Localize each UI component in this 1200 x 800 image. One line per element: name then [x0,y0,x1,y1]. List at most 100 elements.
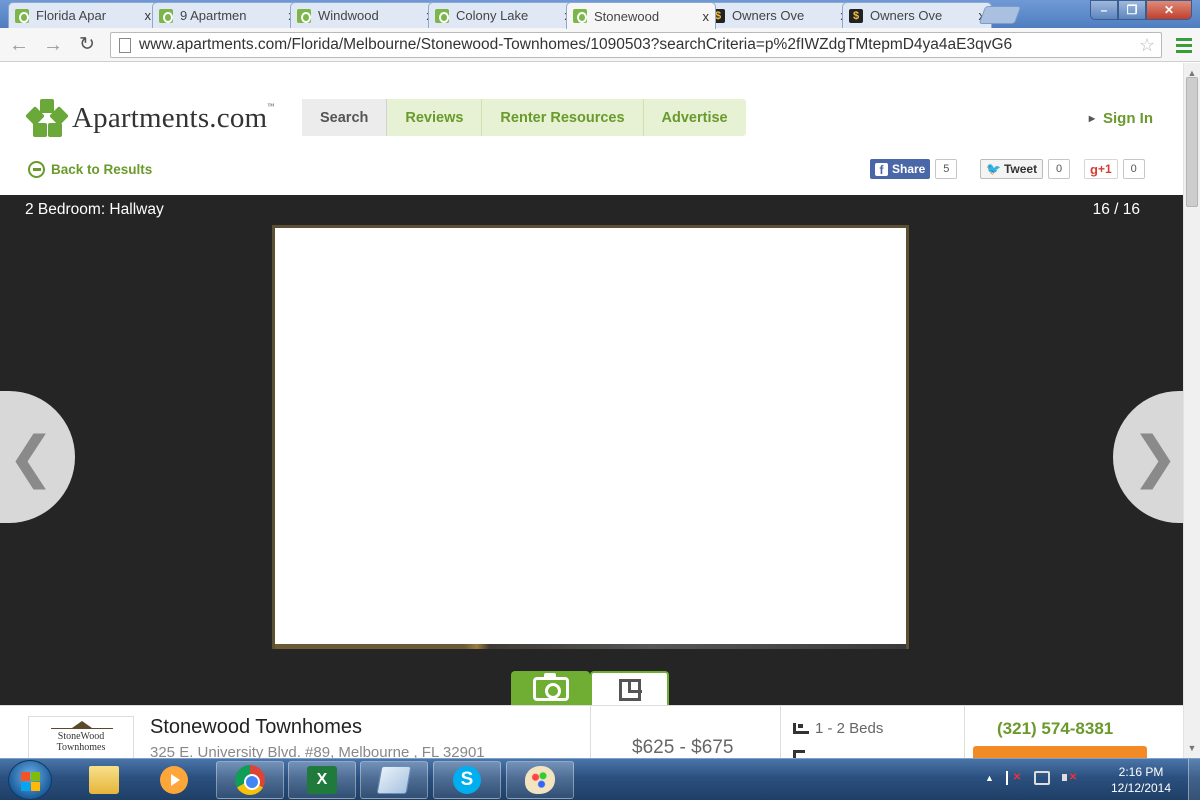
clock-date: 12/12/2014 [1110,781,1172,795]
browser-tab[interactable]: 9 Apartmenx [152,2,302,28]
browser-tab[interactable]: Owners Ovex [842,2,992,28]
excel-icon: X [307,766,337,794]
browser-tab[interactable]: Owners Ovex [704,2,854,28]
action-center-flag-icon[interactable] [1005,771,1022,785]
system-clock[interactable]: 2:16 PM 12/12/2014 [1100,764,1182,796]
browser-tab[interactable]: Windwoodx [290,2,440,28]
gallery-photo[interactable] [272,225,909,649]
gallery-view-tabs [511,671,669,707]
close-tab-icon[interactable]: x [145,8,152,23]
browser-menu-icon[interactable] [1176,38,1192,56]
nav-tab-renter-resources[interactable]: Renter Resources [482,99,644,136]
close-tab-icon[interactable]: x [703,9,710,24]
facebook-count: 5 [935,159,958,179]
camera-icon [532,673,569,701]
start-button[interactable] [8,760,52,800]
browser-tab[interactable]: Stonewood x [566,2,716,29]
address-bar[interactable]: www.apartments.com/Florida/Melbourne/Sto… [110,32,1162,58]
property-price: $625 - $675 [632,737,734,758]
logo-text: Apartments.com [72,101,268,134]
browser-tab[interactable]: Colony Lakex [428,2,578,28]
minimize-button[interactable]: – [1090,0,1118,20]
media-player-icon [160,766,188,794]
previous-photo-button[interactable]: ❮ [0,391,75,523]
tweet-label: Tweet [1003,162,1038,176]
property-summary-bar: StoneWood Townhomes Stonewood Townhomes … [0,705,1183,758]
apartments-icon [15,8,29,23]
gplus-count: 0 [1122,159,1145,179]
maximize-button[interactable]: ❐ [1118,0,1146,20]
tab-title: 9 Apartmen [180,8,247,23]
google-g-icon: g [1090,161,1098,177]
twitter-bird-icon: 🐦 [986,162,1001,176]
taskbar-excel[interactable]: X [288,761,356,799]
facebook-share[interactable]: f Share 5 [870,159,958,179]
taskbar-explorer[interactable] [70,761,138,799]
new-tab-button[interactable] [978,6,1022,24]
show-desktop-button[interactable] [1188,759,1200,800]
system-tray: ▲ [985,771,1078,785]
scrollbar-thumb[interactable] [1186,77,1198,207]
taskbar-media-player[interactable] [140,761,208,799]
tab-title: Stonewood [594,8,660,24]
gplus-label: +1 [1097,162,1112,176]
tab-floor-plans[interactable] [590,671,669,707]
reload-icon[interactable]: ↻ [76,34,98,56]
apartments-icon [159,8,173,23]
bookmark-star-icon[interactable]: ☆ [1133,35,1161,56]
sign-in-link[interactable]: ▶ Sign In [1089,110,1153,127]
chevron-left-icon: ❮ [7,424,55,490]
floor-plan-icon [618,679,642,701]
bed-icon [793,723,809,734]
divider [780,706,781,758]
back-circle-icon [28,161,45,178]
show-hidden-icons-icon[interactable]: ▲ [985,773,994,783]
nav-tab-search[interactable]: Search [302,99,388,136]
next-photo-button[interactable]: ❯ [1113,391,1183,523]
folder-icon [89,766,119,794]
tab-title: Owners Ove [870,8,943,23]
apartments-logo[interactable]: Apartments.com™ [25,99,274,137]
page-scrollbar[interactable]: ▲ ▼ [1183,63,1200,758]
taskbar-paint[interactable] [506,761,574,799]
nav-tab-advertise[interactable]: Advertise [643,99,746,136]
nav-tab-reviews[interactable]: Reviews [387,99,483,136]
property-logo-line1: StoneWood [57,731,105,742]
site-header: Apartments.com™ Search Reviews Renter Reso… [0,63,1183,195]
taskbar-chrome[interactable] [216,761,284,799]
taskbar-notepad[interactable] [360,761,428,799]
chevron-right-icon: ❯ [1131,424,1179,490]
taskbar-skype[interactable]: S [433,761,501,799]
property-phone[interactable]: (321) 574-8381 [997,719,1113,739]
facebook-icon: f [875,162,888,177]
contact-property-button[interactable] [973,746,1147,758]
network-icon[interactable] [1033,771,1050,785]
twitter-tweet[interactable]: 🐦 Tweet 0 [980,159,1071,179]
back-to-results-link[interactable]: Back to Results [28,161,152,178]
browser-tab-strip: Florida Aparx9 ApartmenxWindwoodxColony … [0,0,1200,29]
back-arrow-icon[interactable]: ← [8,34,30,56]
tab-title: Colony Lake [456,8,529,23]
owners-icon [849,8,863,23]
windows-taskbar: X S ▲ 2:16 PM 12/12/2014 [0,758,1200,800]
photo-caption: 2 Bedroom: Hallway [25,201,164,218]
apartments-icon [297,8,311,23]
divider [590,706,591,758]
paint-icon [525,766,555,794]
skype-icon: S [453,766,481,794]
google-plus-one[interactable]: g +1 0 [1084,159,1145,179]
apartments-icon [435,8,449,23]
property-logo-line2: Townhomes [56,742,106,753]
browser-tab[interactable]: Florida Apar x [8,2,158,28]
volume-muted-icon[interactable] [1061,771,1078,785]
tab-photos[interactable] [511,671,590,707]
tab-title: Windwood [318,8,379,23]
tab-title: Florida Apar [36,8,107,23]
scroll-down-icon[interactable]: ▼ [1184,740,1200,756]
web-page: Apartments.com™ Search Reviews Renter Reso… [0,63,1183,758]
property-logo: StoneWood Townhomes [28,716,134,758]
sign-in-label: Sign In [1103,110,1153,127]
url-text[interactable]: www.apartments.com/Florida/Melbourne/Sto… [139,36,1133,54]
close-window-button[interactable]: ✕ [1146,0,1192,20]
forward-arrow-icon[interactable]: → [42,34,64,56]
